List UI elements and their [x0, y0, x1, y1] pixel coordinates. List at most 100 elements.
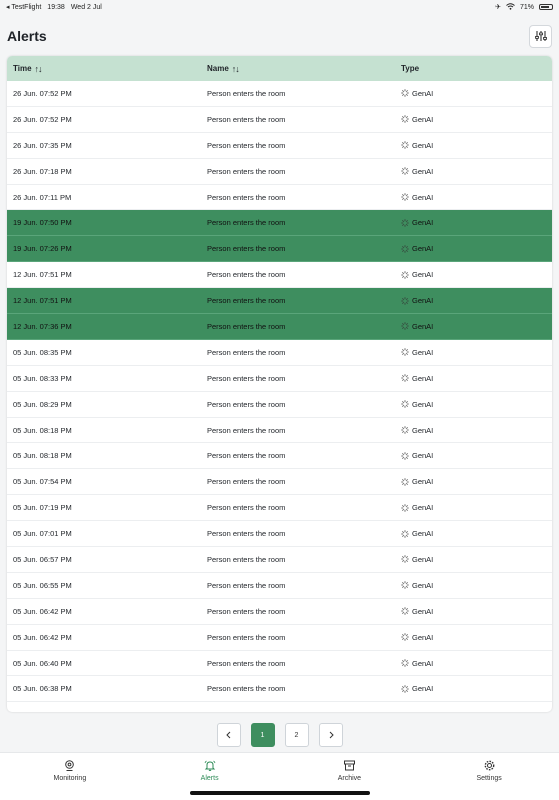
table-row[interactable]: 26 Jun. 07:11 PM Person enters the room Ge… [7, 184, 552, 211]
previous-page-button[interactable] [216, 723, 241, 747]
table-row[interactable]: 05 Jun. 08:18 PM Person enters the room Ge… [7, 443, 552, 470]
row-type-label: GenAI [412, 88, 434, 98]
row-name: Person enters the room [207, 477, 286, 487]
table-row[interactable]: 26 Jun. 07:52 PM Person enters the room Ge… [7, 81, 552, 107]
row-name: Person enters the room [207, 270, 286, 280]
row-time: 26 Jun. 07:35 PM [13, 140, 72, 150]
row-name: Person enters the room [207, 529, 286, 539]
page-2-button[interactable]: 2 [284, 723, 309, 747]
table-row[interactable]: 12 Jun. 07:36 PM Person enters the room Ge… [7, 314, 552, 340]
row-time: 26 Jun. 07:52 PM [13, 88, 72, 98]
page-1-button[interactable]: 1 [250, 723, 275, 747]
table-row[interactable]: 05 Jun. 06:57 PM Person enters the room Ge… [7, 547, 552, 573]
row-type-label: GenAI [412, 684, 434, 694]
table-row[interactable]: 05 Jun. 06:55 PM Person enters the room Ge… [7, 572, 552, 599]
row-type: GenAI [395, 89, 552, 98]
table-row[interactable]: 05 Jun. 08:35 PM Person enters the room Ge… [7, 339, 552, 366]
genai-sparkle-icon [401, 685, 409, 693]
table-row[interactable]: 05 Jun. 06:38 PM Person enters the room Ge… [7, 676, 552, 703]
home-indicator[interactable] [190, 791, 370, 795]
row-time: 05 Jun. 07:54 PM [13, 477, 72, 487]
genai-sparkle-icon [401, 400, 409, 408]
table-row[interactable]: 19 Jun. 07:26 PM Person enters the room Ge… [7, 236, 552, 263]
table-row[interactable]: 05 Jun. 06:40 PM Person enters the room Ge… [7, 650, 552, 677]
airplane-mode-icon: ✈ [495, 4, 501, 11]
row-type: GenAI [395, 529, 552, 538]
table-row[interactable]: 05 Jun. 07:01 PM Person enters the room Ge… [7, 521, 552, 548]
row-type-label: GenAI [412, 244, 434, 254]
next-page-button[interactable] [318, 723, 343, 747]
row-name: Person enters the room [207, 140, 286, 150]
row-name: Person enters the room [207, 554, 286, 564]
row-time: 26 Jun. 07:18 PM [13, 166, 72, 176]
table-row[interactable]: 26 Jun. 07:52 PM Person enters the room Ge… [7, 106, 552, 133]
row-name: Person enters the room [207, 425, 286, 435]
table-row[interactable]: 05 Jun. 08:29 PM Person enters the room Ge… [7, 391, 552, 418]
tab-monitoring[interactable]: Monitoring [0, 753, 140, 800]
table-row[interactable]: 05 Jun. 07:19 PM Person enters the room Ge… [7, 495, 552, 522]
genai-sparkle-icon [401, 348, 409, 357]
sort-icon: ↑↓ [34, 63, 43, 74]
genai-sparkle-icon [401, 581, 409, 590]
table-row[interactable]: 05 Jun. 06:42 PM Person enters the room Ge… [7, 598, 552, 625]
row-time: 05 Jun. 08:35 PM [13, 347, 72, 357]
row-time: 12 Jun. 07:51 PM [13, 270, 72, 280]
sliders-icon [534, 31, 547, 41]
tab-label: Settings [476, 775, 502, 782]
table-body: 26 Jun. 07:52 PM Person enters the room Ge… [7, 81, 552, 703]
testflight-back-link[interactable]: ◂ TestFlight [6, 3, 41, 11]
row-type: GenAI [395, 555, 552, 564]
row-time: 26 Jun. 07:11 PM [13, 192, 72, 202]
table-row[interactable]: 12 Jun. 07:51 PM Person enters the room Ge… [7, 288, 552, 315]
tab-settings[interactable]: Settings [419, 753, 559, 800]
table-header: Time ↑↓ Name ↑↓ Type [7, 56, 552, 81]
row-type-label: GenAI [412, 140, 434, 150]
genai-sparkle-icon [401, 219, 409, 227]
genai-sparkle-icon [401, 270, 409, 279]
row-type: GenAI [395, 607, 552, 616]
filter-button[interactable] [529, 24, 552, 48]
genai-sparkle-icon [401, 167, 409, 175]
row-name: Person enters the room [207, 451, 286, 461]
row-name: Person enters the room [207, 399, 286, 409]
row-name: Person enters the room [207, 684, 286, 694]
table-row[interactable]: 05 Jun. 07:54 PM Person enters the room Ge… [7, 469, 552, 496]
genai-sparkle-icon [401, 555, 409, 564]
table-row[interactable]: 05 Jun. 06:42 PM Person enters the room Ge… [7, 624, 552, 651]
name-column-header[interactable]: Name ↑↓ [201, 64, 395, 74]
table-row[interactable]: 19 Jun. 07:50 PM Person enters the room Ge… [7, 210, 552, 237]
page-title: Alerts [7, 28, 47, 44]
table-row[interactable]: 05 Jun. 08:33 PM Person enters the room Ge… [7, 365, 552, 392]
chevron-left-icon [225, 731, 230, 739]
gear-icon [484, 760, 495, 771]
genai-sparkle-icon [401, 374, 409, 382]
table-row[interactable]: 12 Jun. 07:51 PM Person enters the room Ge… [7, 262, 552, 289]
row-name: Person enters the room [207, 321, 286, 331]
row-type: GenAI [395, 167, 552, 176]
alerts-table: Time ↑↓ Name ↑↓ Type 26 Jun. 07:52 PM Per… [7, 56, 552, 712]
row-type-label: GenAI [412, 270, 434, 280]
row-name: Person enters the room [207, 606, 286, 616]
row-type: GenAI [395, 659, 552, 668]
chevron-right-icon [329, 731, 334, 739]
tab-label: Archive [337, 775, 362, 782]
row-name: Person enters the room [207, 658, 286, 668]
row-type-label: GenAI [412, 632, 434, 642]
time-column-header[interactable]: Time ↑↓ [7, 64, 201, 74]
row-type-label: GenAI [412, 554, 434, 564]
row-time: 05 Jun. 06:57 PM [13, 554, 72, 564]
row-time: 05 Jun. 08:29 PM [13, 399, 72, 409]
table-row[interactable]: 26 Jun. 07:35 PM Person enters the room Ge… [7, 132, 552, 159]
table-row[interactable]: 26 Jun. 07:18 PM Person enters the room Ge… [7, 158, 552, 185]
row-time: 19 Jun. 07:26 PM [13, 244, 72, 254]
row-type: GenAI [395, 348, 552, 357]
row-type: GenAI [395, 193, 552, 202]
row-time: 05 Jun. 07:01 PM [13, 529, 72, 539]
table-row[interactable]: 05 Jun. 08:18 PM Person enters the room Ge… [7, 417, 552, 444]
row-time: 12 Jun. 07:36 PM [13, 321, 72, 331]
row-type-label: GenAI [412, 399, 434, 409]
row-time: 05 Jun. 08:33 PM [13, 373, 72, 383]
row-type-label: GenAI [412, 166, 434, 176]
row-name: Person enters the room [207, 166, 286, 176]
row-type: GenAI [395, 218, 552, 227]
